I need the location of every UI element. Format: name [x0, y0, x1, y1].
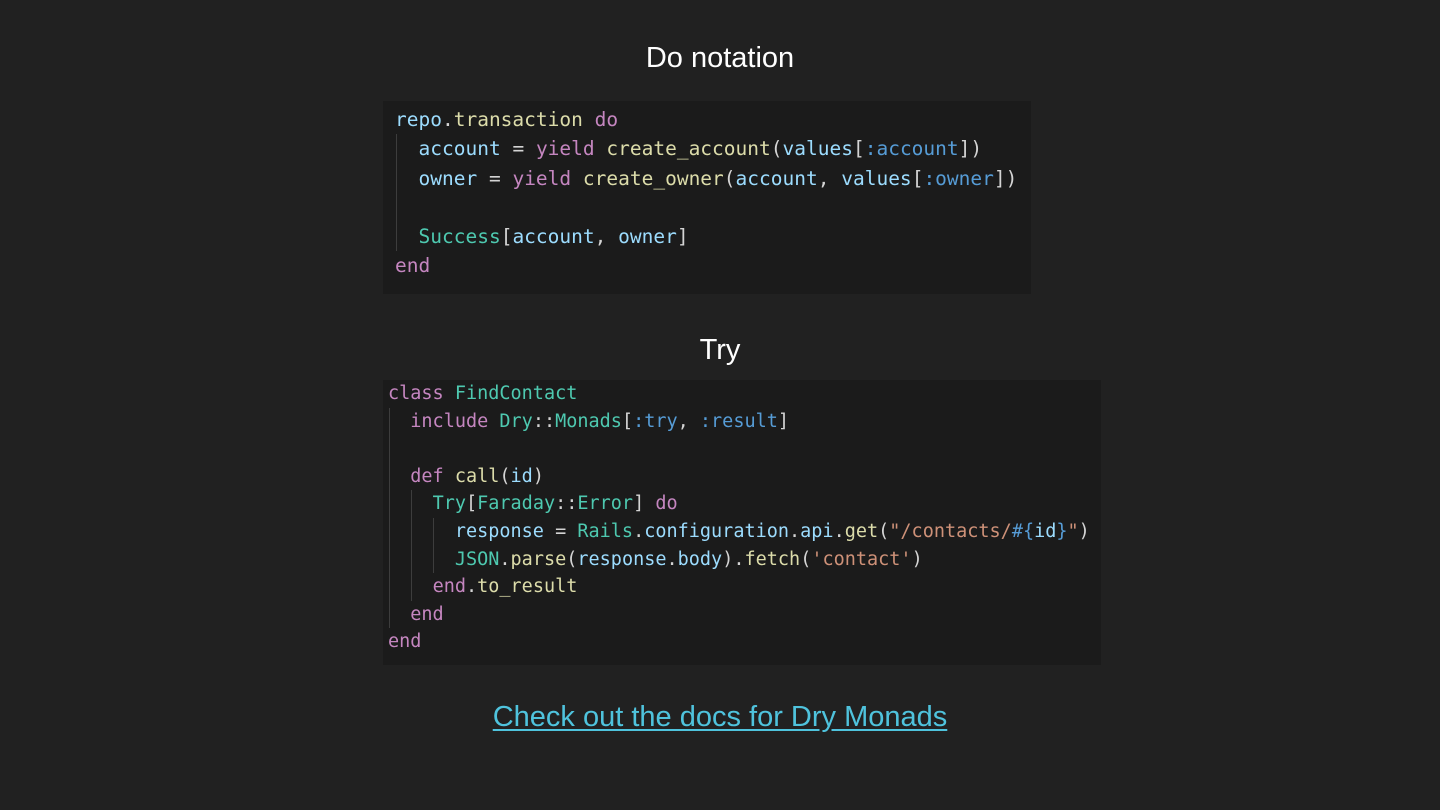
try-heading: Try: [699, 334, 741, 366]
code-line: end: [395, 254, 431, 278]
code-line: response = Rails.configuration.api.get("…: [388, 517, 1101, 546]
code-line: end: [388, 600, 1101, 629]
code-line: account = yield create_account(values[:a…: [395, 134, 1031, 164]
indent-guide: [389, 600, 390, 629]
indent-guide: [396, 134, 397, 164]
indent-guide: [433, 545, 435, 574]
indent-guide: [389, 462, 390, 491]
indent-guide: [396, 192, 397, 223]
code-line: Success[account, owner]: [395, 222, 1031, 252]
indent-guide: [389, 407, 390, 436]
code-line: JSON.parse(response.body).fetch('contact…: [388, 545, 1101, 574]
do-notation-heading: Do notation: [645, 42, 795, 74]
dry-monads-docs-link[interactable]: Check out the docs for Dry Monads: [493, 701, 948, 733]
code-line: [395, 192, 1031, 223]
try-code-block: class FindContact include Dry::Monads[:t…: [383, 380, 1101, 665]
indent-guide: [433, 517, 435, 546]
code-line: owner = yield create_owner(account, valu…: [395, 163, 1031, 193]
indent-guide: [411, 517, 413, 546]
docs-link-container: Check out the docs for Dry Monads: [0, 699, 1440, 735]
indent-guide: [411, 573, 413, 601]
indent-guide: [389, 545, 390, 574]
code-line: include Dry::Monads[:try, :result]: [388, 407, 1101, 436]
do-notation-code-block: repo.transaction do account = yield crea…: [383, 101, 1031, 294]
indent-guide: [389, 435, 390, 463]
indent-guide: [411, 545, 413, 574]
indent-guide: [389, 490, 390, 518]
indent-guide: [389, 517, 390, 546]
indent-guide: [389, 573, 390, 601]
code-line: class FindContact: [388, 383, 578, 404]
code-line: end: [388, 631, 422, 653]
indent-guide: [396, 222, 397, 252]
code-line: def call(id): [388, 462, 1101, 491]
code-line: repo.transaction do: [395, 108, 619, 131]
code-line: end.to_result: [388, 573, 1101, 601]
code-line: Try[Faraday::Error] do: [388, 490, 1101, 518]
code-line: [388, 435, 1101, 463]
indent-guide: [411, 490, 413, 518]
indent-guide: [396, 163, 397, 193]
